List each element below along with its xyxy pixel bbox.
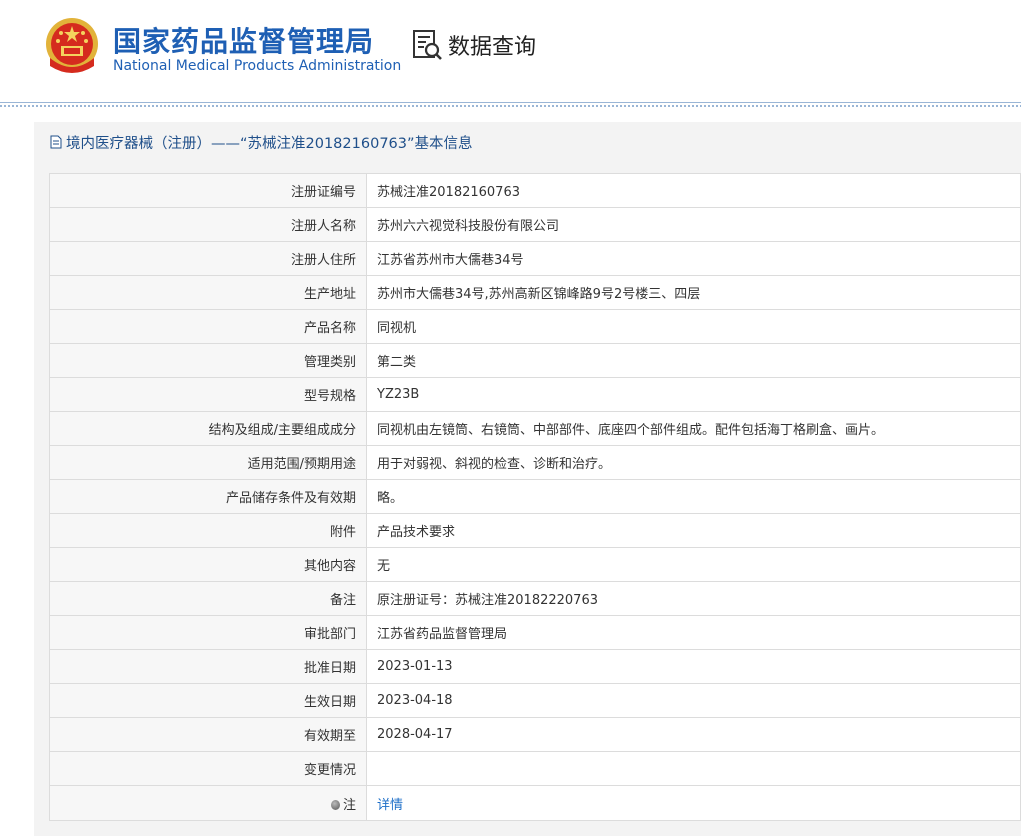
panel-title-text: 境内医疗器械（注册）——“苏械注准20182160763”基本信息	[66, 135, 473, 152]
table-row: 注册人住所 江苏省苏州市大儒巷34号	[49, 241, 1021, 276]
row-label: 产品储存条件及有效期	[49, 479, 367, 514]
row-value	[366, 751, 1021, 786]
row-label: 附件	[49, 513, 367, 548]
table-row: 审批部门 江苏省药品监督管理局	[49, 615, 1021, 650]
table-row: 注册人名称 苏州六六视觉科技股份有限公司	[49, 207, 1021, 242]
org-name-cn: 国家药品监督管理局	[113, 25, 375, 58]
table-row: 生产地址 苏州市大儒巷34号,苏州高新区锦峰路9号2号楼三、四层	[49, 275, 1021, 310]
panel-title: 境内医疗器械（注册）——“苏械注准20182160763”基本信息	[50, 132, 473, 152]
row-label: 适用范围/预期用途	[49, 445, 367, 480]
header-divider	[0, 102, 1021, 107]
row-label: 其他内容	[49, 547, 367, 582]
row-label: 批准日期	[49, 649, 367, 684]
table-row: 产品名称 同视机	[49, 309, 1021, 344]
row-label: 注	[49, 785, 367, 821]
table-row: 产品储存条件及有效期 略。	[49, 479, 1021, 514]
row-label: 产品名称	[49, 309, 367, 344]
table-row: 备注 原注册证号：苏械注准20182220763	[49, 581, 1021, 616]
row-value: 略。	[366, 479, 1021, 514]
row-label: 有效期至	[49, 717, 367, 752]
bullet-note-icon	[330, 799, 340, 810]
row-value: 无	[366, 547, 1021, 582]
table-row: 批准日期 2023-01-13	[49, 649, 1021, 684]
row-label: 备注	[49, 581, 367, 616]
row-value: 江苏省药品监督管理局	[366, 615, 1021, 650]
row-label: 结构及组成/主要组成成分	[49, 411, 367, 446]
table-row: 结构及组成/主要组成成分 同视机由左镜筒、右镜筒、中部部件、底座四个部件组成。配件…	[49, 411, 1021, 446]
row-label: 管理类别	[49, 343, 367, 378]
row-value: 苏州六六视觉科技股份有限公司	[366, 207, 1021, 242]
table-row: 附件 产品技术要求	[49, 513, 1021, 548]
row-value: 2023-04-18	[366, 683, 1021, 718]
row-value: 苏州市大儒巷34号,苏州高新区锦峰路9号2号楼三、四层	[366, 275, 1021, 310]
table-row: 管理类别 第二类	[49, 343, 1021, 378]
national-emblem-icon	[46, 18, 98, 73]
data-query-label: 数据查询	[448, 35, 537, 60]
row-label: 注册人名称	[49, 207, 367, 242]
row-value: 同视机	[366, 309, 1021, 344]
row-value: 详情	[366, 785, 1021, 821]
detail-table: 注册证编号 苏械注准20182160763 注册人名称 苏州六六视觉科技股份有限公司注…	[49, 173, 1021, 821]
row-label: 注册证编号	[49, 173, 367, 208]
row-value: 2023-01-13	[366, 649, 1021, 684]
site-header: 国家药品监督管理局 National Medical Products Admi…	[0, 0, 1021, 107]
row-label: 审批部门	[49, 615, 367, 650]
details-link[interactable]: 详情	[377, 798, 403, 813]
document-icon	[50, 135, 62, 149]
row-value: 第二类	[366, 343, 1021, 378]
org-name-en: National Medical Products Administration	[113, 58, 402, 74]
detail-panel: 境内医疗器械（注册）——“苏械注准20182160763”基本信息 注册证编号苏…	[34, 122, 1021, 836]
row-value: 苏械注准20182160763	[366, 173, 1021, 208]
table-row: 其他内容无	[49, 547, 1021, 582]
row-label: 型号规格	[49, 377, 367, 412]
row-value: 同视机由左镜筒、右镜筒、中部部件、底座四个部件组成。配件包括海丁格刷盒、画片。	[366, 411, 1021, 446]
row-label: 生产地址	[49, 275, 367, 310]
row-label: 变更情况	[49, 751, 367, 786]
row-value: 原注册证号：苏械注准20182220763	[366, 581, 1021, 616]
table-row: 适用范围/预期用途 用于对弱视、斜视的检查、诊断和治疗。	[49, 445, 1021, 480]
document-search-icon	[413, 30, 442, 60]
row-value: 江苏省苏州市大儒巷34号	[366, 241, 1021, 276]
table-row: 注册证编号 苏械注准20182160763	[49, 173, 1021, 208]
table-row: 有效期至 2028-04-17	[49, 717, 1021, 752]
table-row: 型号规格 YZ23B	[49, 377, 1021, 412]
row-value: 产品技术要求	[366, 513, 1021, 548]
row-value: 用于对弱视、斜视的检查、诊断和治疗。	[366, 445, 1021, 480]
row-value: YZ23B	[366, 377, 1021, 412]
table-row-note: 注 详情	[49, 785, 1021, 821]
row-label: 生效日期	[49, 683, 367, 718]
table-row: 变更情况	[49, 751, 1021, 786]
table-row: 生效日期 2023-04-18	[49, 683, 1021, 718]
row-label: 注册人住所	[49, 241, 367, 276]
data-query-link[interactable]: 数据查询	[410, 28, 536, 62]
row-value: 2028-04-17	[366, 717, 1021, 752]
